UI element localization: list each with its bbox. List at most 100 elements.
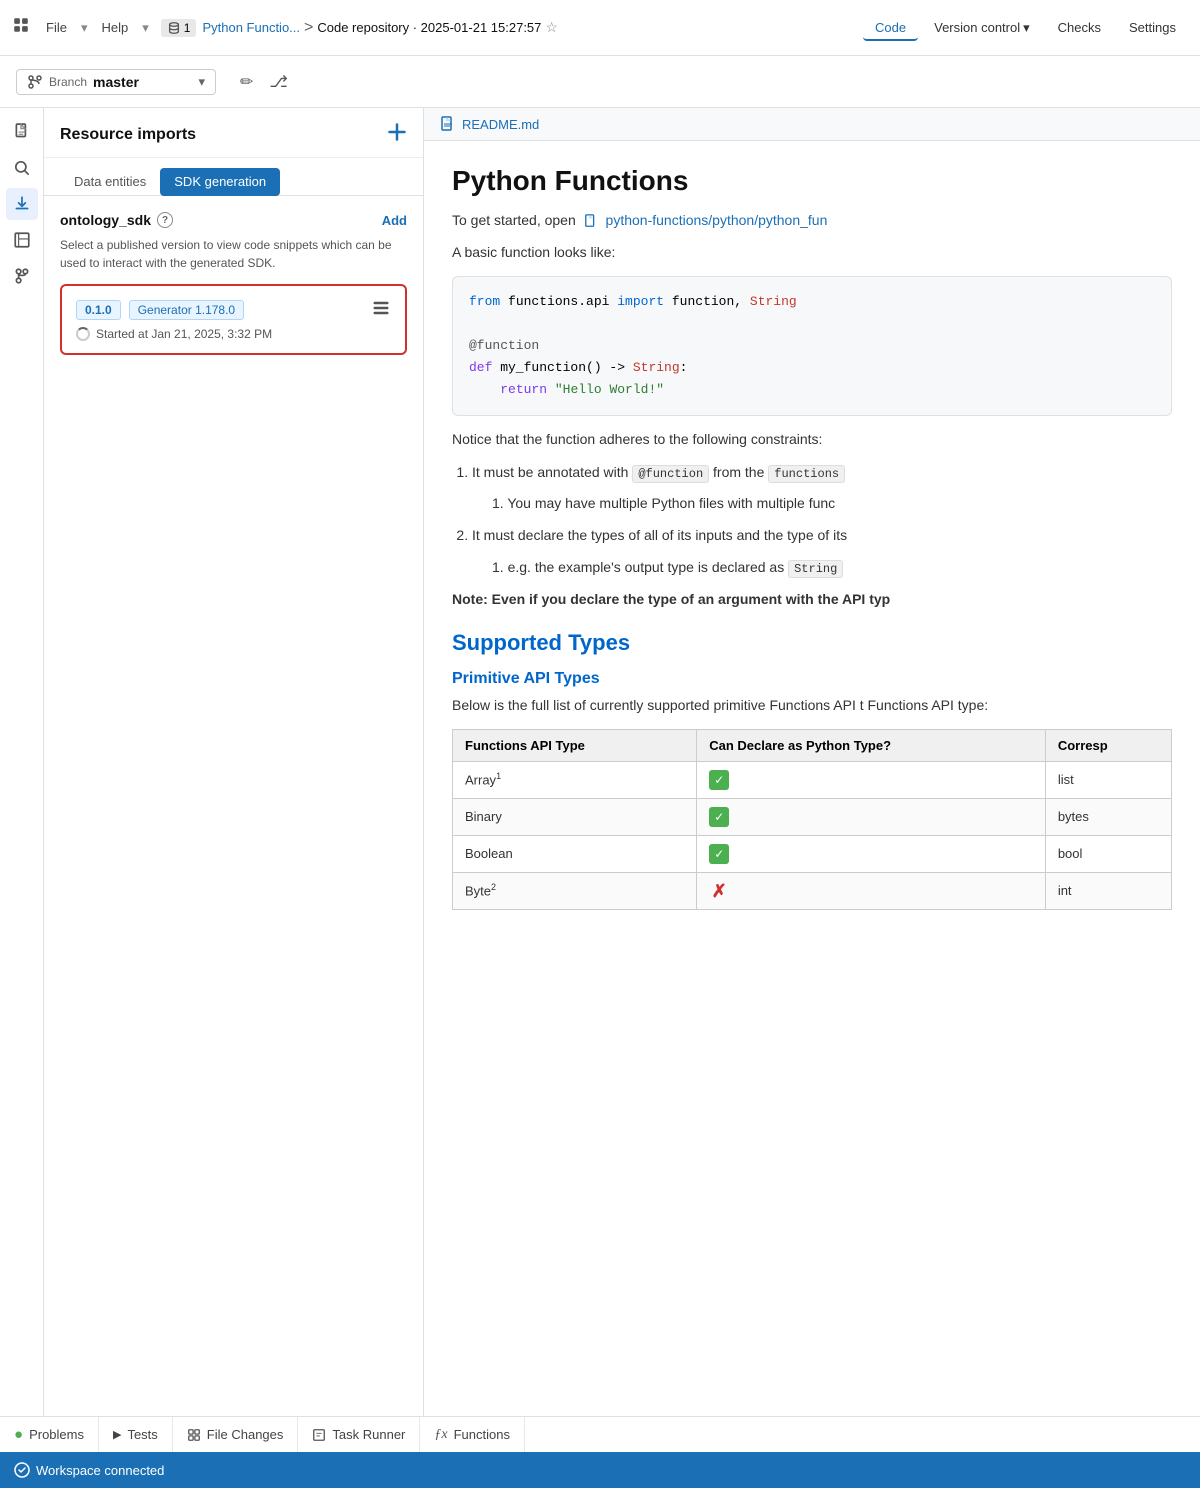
- branch-label: Branch: [49, 75, 87, 89]
- table-row: Array1 ✓ list: [453, 761, 1172, 798]
- resource-panel-title: Resource imports: [60, 126, 196, 144]
- readme-h2-supported: Supported Types: [452, 630, 1172, 656]
- file-menu: File ▾ Help ▾: [40, 18, 155, 38]
- branch-selector[interactable]: Branch master ▾: [16, 69, 216, 95]
- content-area: README.md Python Functions To get starte…: [424, 108, 1200, 1416]
- note-text: Note: Even if you declare the type of an…: [452, 588, 1172, 610]
- basic-label: A basic function looks like:: [452, 241, 1172, 263]
- notice-text: Notice that the function adheres to the …: [452, 428, 1172, 450]
- breadcrumb: Python Functio... > Code repository · 20…: [202, 19, 558, 37]
- file-menu-item[interactable]: File: [40, 18, 73, 37]
- status-bar: Workspace connected: [0, 1452, 1200, 1488]
- code-block: from functions.api import function, Stri…: [452, 276, 1172, 416]
- primitive-desc: Below is the full list of currently supp…: [452, 694, 1172, 716]
- resource-panel-header: Resource imports: [44, 108, 423, 158]
- workspace-status-text: Workspace connected: [36, 1463, 164, 1478]
- sidebar-icon-download[interactable]: [6, 188, 38, 220]
- resource-panel-icon[interactable]: [387, 122, 407, 147]
- bottom-tests[interactable]: ▶ Tests: [99, 1417, 173, 1452]
- panel-content: ontology_sdk ? Add Select a published ve…: [44, 196, 423, 1416]
- help-menu-item[interactable]: Help: [95, 18, 134, 37]
- bottom-task-runner[interactable]: Task Runner: [298, 1417, 420, 1452]
- task-runner-label: Task Runner: [332, 1427, 405, 1442]
- breadcrumb-title: Code repository · 2025-01-21 15:27:57: [317, 20, 541, 35]
- table-header-declare: Can Declare as Python Type?: [697, 729, 1046, 761]
- problems-check-icon: ●: [14, 1426, 23, 1443]
- task-runner-icon: [312, 1428, 326, 1442]
- top-bar-nav: Code Version control ▾ Checks Settings: [863, 14, 1188, 42]
- resource-panel: Resource imports Data entities SDK gener…: [44, 108, 424, 1416]
- readme-intro: To get started, open python-functions/py…: [452, 209, 1172, 231]
- breadcrumb-parent[interactable]: Python Functio...: [202, 20, 300, 35]
- readme-filename: README.md: [462, 117, 539, 132]
- readme-header[interactable]: README.md: [424, 108, 1200, 141]
- table-row: Binary ✓ bytes: [453, 798, 1172, 835]
- file-changes-label: File Changes: [207, 1427, 284, 1442]
- branch-name: master: [93, 74, 192, 90]
- table-header-type: Functions API Type: [453, 729, 697, 761]
- sdk-card-actions: [371, 298, 391, 321]
- db-badge[interactable]: 1: [161, 19, 197, 37]
- help-icon[interactable]: ?: [157, 212, 173, 228]
- spinner-icon: [76, 327, 90, 341]
- sidebar-icon-file[interactable]: [6, 116, 38, 148]
- sidebar-icons: [0, 108, 44, 1416]
- tests-label: Tests: [127, 1427, 157, 1442]
- top-bar-left: File ▾ Help ▾ 1 Python Functio... > Code…: [12, 16, 855, 39]
- cross-icon: ✗: [709, 881, 729, 901]
- main-layout: Resource imports Data entities SDK gener…: [0, 108, 1200, 1416]
- add-link[interactable]: Add: [382, 213, 407, 228]
- sidebar-icon-book[interactable]: [6, 224, 38, 256]
- sdk-started: Started at Jan 21, 2025, 3:32 PM: [76, 327, 391, 341]
- readme-content: Python Functions To get started, open py…: [424, 141, 1200, 934]
- tests-play-icon: ▶: [113, 1428, 121, 1441]
- panel-tabs: Data entities SDK generation: [44, 158, 423, 196]
- version-control-chevron: ▾: [1023, 20, 1030, 36]
- bottom-problems[interactable]: ● Problems: [0, 1417, 99, 1452]
- table-row: Byte2 ✗ int: [453, 872, 1172, 909]
- sdk-name: ontology_sdk: [60, 212, 151, 228]
- breadcrumb-separator: >: [304, 19, 313, 37]
- card-menu-icon[interactable]: [371, 298, 391, 318]
- file-link-icon: [584, 214, 598, 228]
- edit-branch-button[interactable]: ✏: [236, 68, 257, 96]
- star-icon[interactable]: ☆: [545, 19, 558, 36]
- tab-code[interactable]: Code: [863, 14, 918, 41]
- tab-settings[interactable]: Settings: [1117, 14, 1188, 41]
- constraints-list: It must be annotated with @function from…: [452, 461, 1172, 580]
- functions-fx-icon: ƒx: [434, 1427, 447, 1443]
- sidebar-icon-search[interactable]: [6, 152, 38, 184]
- workspace-check-icon: [14, 1462, 30, 1478]
- bottom-functions[interactable]: ƒx Functions: [420, 1417, 525, 1452]
- check-icon: ✓: [709, 807, 729, 827]
- file-changes-icon: [187, 1428, 201, 1442]
- check-icon: ✓: [709, 770, 729, 790]
- bottom-bar: ● Problems ▶ Tests File Changes Task Run…: [0, 1416, 1200, 1452]
- tab-data-entities[interactable]: Data entities: [60, 168, 160, 195]
- sdk-section-title: ontology_sdk ? Add: [60, 212, 407, 228]
- tab-checks[interactable]: Checks: [1046, 14, 1113, 41]
- check-icon: ✓: [709, 844, 729, 864]
- started-label: Started at Jan 21, 2025, 3:32 PM: [96, 327, 272, 341]
- db-badge-count: 1: [184, 21, 191, 35]
- problems-label: Problems: [29, 1427, 84, 1442]
- workspace-connected: Workspace connected: [14, 1462, 164, 1478]
- version-badge: 0.1.0: [76, 300, 121, 320]
- readme-link[interactable]: python-functions/python/python_fun: [606, 212, 828, 228]
- branch-chevron: ▾: [198, 74, 205, 90]
- bottom-file-changes[interactable]: File Changes: [173, 1417, 299, 1452]
- table-header-corr: Corresp: [1045, 729, 1171, 761]
- repo-icon: [12, 16, 30, 39]
- table-row: Boolean ✓ bool: [453, 835, 1172, 872]
- readme-h1: Python Functions: [452, 165, 1172, 197]
- tab-version-control[interactable]: Version control ▾: [922, 14, 1042, 42]
- generator-badge: Generator 1.178.0: [129, 300, 244, 320]
- types-table: Functions API Type Can Declare as Python…: [452, 729, 1172, 910]
- functions-label: Functions: [454, 1427, 510, 1442]
- fork-branch-button[interactable]: ⎇: [265, 68, 291, 96]
- tab-sdk-generation[interactable]: SDK generation: [160, 168, 280, 196]
- branch-selector-icon: [27, 74, 43, 90]
- sdk-version-card[interactable]: 0.1.0 Generator 1.178.0 Started at Jan 2…: [60, 284, 407, 355]
- sidebar-icon-branch[interactable]: [6, 260, 38, 292]
- sdk-version-row: 0.1.0 Generator 1.178.0: [76, 298, 391, 321]
